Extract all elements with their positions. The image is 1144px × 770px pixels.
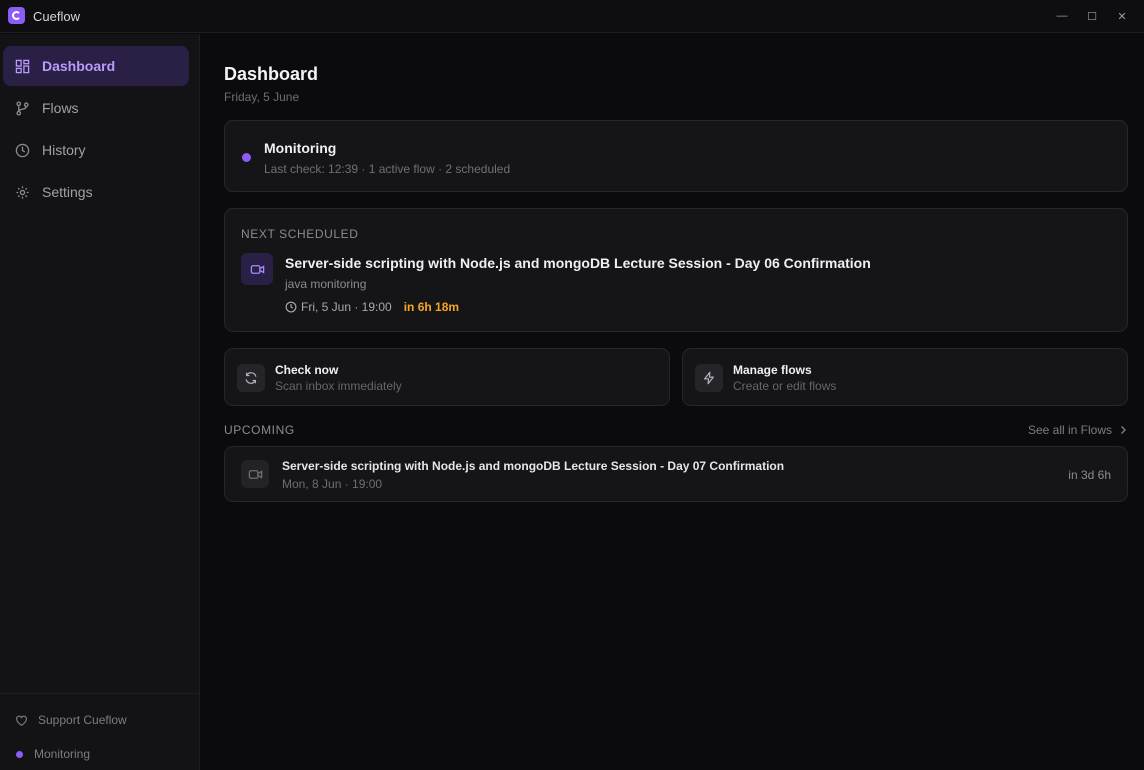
next-scheduled-flow: java monitoring xyxy=(285,277,367,291)
status-title: Monitoring xyxy=(264,140,337,156)
manage-flows-subtitle: Create or edit flows xyxy=(733,379,837,393)
check-now-subtitle: Scan inbox immediately xyxy=(275,379,402,393)
clock-icon xyxy=(285,301,297,313)
see-all-label: See all in Flows xyxy=(1027,423,1112,437)
upcoming-item-relative: in 3d 6h xyxy=(1068,468,1111,482)
lightning-icon xyxy=(695,364,723,392)
check-now-button[interactable]: Check now Scan inbox immediately xyxy=(224,348,670,406)
sidebar-item-dashboard[interactable]: Dashboard xyxy=(3,46,189,86)
sidebar-item-settings[interactable]: Settings xyxy=(3,172,189,212)
refresh-icon xyxy=(237,364,265,392)
sidebar-item-label: History xyxy=(42,142,86,158)
sidebar-item-label: Settings xyxy=(42,184,93,200)
app-logo-icon xyxy=(8,7,25,24)
next-scheduled-datetime: Fri, 5 Jun · 19:00 xyxy=(301,300,392,314)
sidebar-item-flows[interactable]: Flows xyxy=(3,88,189,128)
close-button[interactable]: ✕ xyxy=(1107,6,1137,26)
status-dot-icon xyxy=(242,153,251,162)
page-date: Friday, 5 June xyxy=(224,90,300,104)
next-scheduled-card[interactable]: NEXT SCHEDULED Server-side scripting wit… xyxy=(224,208,1128,332)
upcoming-item-datetime: Mon, 8 Jun · 19:00 xyxy=(282,477,383,491)
upcoming-label: UPCOMING xyxy=(224,423,295,437)
main-content: Dashboard Friday, 5 June Monitoring Last… xyxy=(200,34,1144,770)
upcoming-item-title: Server-side scripting with Node.js and m… xyxy=(282,459,785,473)
dashboard-icon xyxy=(15,59,30,73)
monitoring-status: Monitoring xyxy=(15,747,90,761)
sidebar: Dashboard Flows History Settings Support… xyxy=(0,34,200,770)
video-icon xyxy=(241,253,273,285)
see-all-flows-link[interactable]: See all in Flows xyxy=(1028,423,1128,437)
app-title: Cueflow xyxy=(33,9,80,24)
upcoming-item[interactable]: Server-side scripting with Node.js and m… xyxy=(224,446,1128,502)
next-scheduled-title: Server-side scripting with Node.js and m… xyxy=(285,255,871,271)
minimize-button[interactable]: — xyxy=(1047,6,1077,26)
support-link[interactable]: Support Cueflow xyxy=(15,713,127,727)
page-title: Dashboard xyxy=(224,64,319,84)
chevron-right-icon xyxy=(1121,426,1126,434)
status-subtitle: Last check: 12:39 · 1 active flow · 2 sc… xyxy=(264,162,511,176)
next-scheduled-time: Fri, 5 Jun · 19:00 in 6h 18m xyxy=(285,300,459,314)
manage-flows-title: Manage flows xyxy=(733,363,812,377)
title-bar: Cueflow — ☐ ✕ xyxy=(0,0,1144,33)
check-now-title: Check now xyxy=(275,363,339,377)
video-icon xyxy=(241,460,269,488)
manage-flows-button[interactable]: Manage flows Create or edit flows xyxy=(682,348,1128,406)
flow-icon xyxy=(16,100,29,116)
next-scheduled-label: NEXT SCHEDULED xyxy=(241,227,359,241)
monitoring-status-card: Monitoring Last check: 12:39 · 1 active … xyxy=(224,120,1128,192)
maximize-button[interactable]: ☐ xyxy=(1077,6,1107,26)
support-label: Support Cueflow xyxy=(38,713,127,727)
clock-icon xyxy=(15,143,30,157)
gear-icon xyxy=(16,185,29,199)
heart-icon xyxy=(16,715,27,726)
status-label: Monitoring xyxy=(34,747,91,761)
sidebar-footer: Support Cueflow Monitoring xyxy=(0,693,199,770)
countdown-badge: in 6h 18m xyxy=(403,300,460,314)
status-dot-icon xyxy=(16,750,23,758)
sidebar-item-label: Dashboard xyxy=(42,58,116,74)
sidebar-item-history[interactable]: History xyxy=(3,130,189,170)
sidebar-item-label: Flows xyxy=(42,100,79,116)
